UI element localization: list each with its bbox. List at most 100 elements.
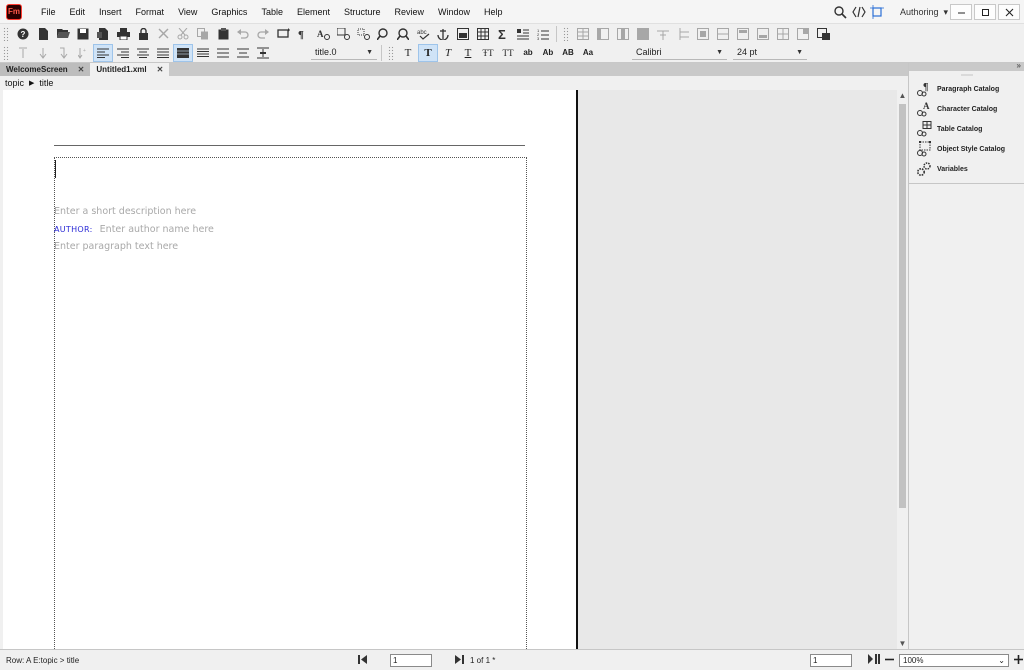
author-line[interactable]: AUTHOR: Enter author name here xyxy=(54,224,214,235)
table-merge-button[interactable] xyxy=(793,25,813,43)
spacing-single-button[interactable] xyxy=(173,43,193,62)
vertical-scrollbar[interactable]: ▲ ▼ xyxy=(897,90,908,649)
line-spacing-button[interactable] xyxy=(53,44,73,62)
menu-element[interactable]: Element xyxy=(290,0,337,24)
character-catalog-item[interactable]: A Character Catalog xyxy=(909,99,1024,119)
menu-review[interactable]: Review xyxy=(388,0,432,24)
tab-untitled1[interactable]: Untitled1.xml ✕ xyxy=(90,63,170,76)
menu-view[interactable]: View xyxy=(171,0,204,24)
rotate-button[interactable] xyxy=(273,25,293,43)
space-above-button[interactable] xyxy=(13,44,33,62)
table-fill-button[interactable] xyxy=(633,25,653,43)
first-page-icon[interactable] xyxy=(358,654,368,666)
scroll-up-icon[interactable]: ▲ xyxy=(897,90,908,101)
table-grid-button[interactable] xyxy=(773,25,793,43)
table-designer-button[interactable] xyxy=(333,25,353,43)
close-icon[interactable]: ✕ xyxy=(157,65,164,74)
insert-frame-button[interactable] xyxy=(453,25,473,43)
change-case-button[interactable]: Aa xyxy=(578,44,598,62)
menu-window[interactable]: Window xyxy=(431,0,477,24)
delete-button[interactable] xyxy=(153,25,173,43)
document-page[interactable]: Enter a short description here AUTHOR: E… xyxy=(3,90,576,649)
zoom-dropdown[interactable]: 100% ⌄ xyxy=(899,653,1009,667)
object-style-catalog-item[interactable]: Object Style Catalog xyxy=(909,139,1024,159)
zoom-in-icon[interactable] xyxy=(1014,654,1023,666)
zoom-step-input[interactable]: 1 xyxy=(810,653,852,667)
font-size-dropdown[interactable]: 24 pt ▼ xyxy=(733,45,807,60)
undo-button[interactable] xyxy=(233,25,253,43)
last-page-icon[interactable] xyxy=(454,654,464,666)
character-designer-button[interactable]: A xyxy=(313,25,333,43)
toolbar-grip[interactable] xyxy=(388,45,394,60)
toolbar-grip[interactable] xyxy=(563,26,569,41)
anchor-button[interactable] xyxy=(433,25,453,43)
menu-edit[interactable]: Edit xyxy=(63,0,93,24)
table-tree-button[interactable] xyxy=(673,25,693,43)
author-placeholder[interactable]: Enter author name here xyxy=(100,224,214,235)
copy-button[interactable] xyxy=(193,25,213,43)
insert-footnote-button[interactable] xyxy=(513,25,533,43)
leading-button[interactable]: + xyxy=(73,44,93,62)
redo-button[interactable] xyxy=(253,25,273,43)
insert-table-button[interactable] xyxy=(473,25,493,43)
paragraph-tag-dropdown[interactable]: title.0 ▼ xyxy=(311,45,377,60)
table-catalog-item[interactable]: Table Catalog xyxy=(909,119,1024,139)
toolbar-grip[interactable] xyxy=(3,45,9,60)
spacing-one-half-button[interactable] xyxy=(193,44,213,62)
collapse-panel-icon[interactable]: » xyxy=(1017,61,1021,70)
menu-structure[interactable]: Structure xyxy=(337,0,388,24)
close-button[interactable] xyxy=(998,4,1020,20)
object-style-button[interactable] xyxy=(353,25,373,43)
bold-button[interactable]: T xyxy=(418,43,438,62)
help-button[interactable]: ? xyxy=(13,25,33,43)
minimize-button[interactable] xyxy=(950,4,972,20)
menu-table[interactable]: Table xyxy=(254,0,290,24)
spell-check-button[interactable]: abc xyxy=(413,25,433,43)
short-description-placeholder[interactable]: Enter a short description here xyxy=(54,206,196,217)
table-split-button[interactable] xyxy=(653,25,673,43)
plain-text-button[interactable]: T xyxy=(398,44,418,62)
menu-graphics[interactable]: Graphics xyxy=(204,0,254,24)
maximize-button[interactable] xyxy=(974,4,996,20)
paragraph-designer-button[interactable]: ¶ xyxy=(293,25,313,43)
save-all-button[interactable] xyxy=(93,25,113,43)
fit-window-icon[interactable] xyxy=(868,654,880,666)
breadcrumb-topic[interactable]: topic xyxy=(5,78,24,88)
space-below-button[interactable] xyxy=(33,44,53,62)
save-button[interactable] xyxy=(73,25,93,43)
table-insert-col-button[interactable] xyxy=(593,25,613,43)
strikethrough-button[interactable]: ŦT xyxy=(478,44,498,62)
code-view-icon[interactable] xyxy=(852,5,866,19)
structure-view-icon[interactable] xyxy=(869,5,884,19)
underline-button[interactable]: T xyxy=(458,44,478,62)
toolbar-grip[interactable] xyxy=(3,26,9,41)
table-align-top-button[interactable] xyxy=(733,25,753,43)
scroll-down-icon[interactable]: ▼ xyxy=(897,638,908,649)
align-right-button[interactable] xyxy=(113,44,133,62)
lock-button[interactable] xyxy=(133,25,153,43)
table-convert-button[interactable] xyxy=(813,25,833,43)
initial-caps-button[interactable]: Ab xyxy=(538,44,558,62)
menu-insert[interactable]: Insert xyxy=(92,0,129,24)
menu-format[interactable]: Format xyxy=(129,0,172,24)
paragraph-placeholder[interactable]: Enter paragraph text here xyxy=(54,241,178,252)
close-icon[interactable]: ✕ xyxy=(78,65,85,74)
variables-item[interactable]: Variables xyxy=(909,159,1024,179)
table-insert-row-above-button[interactable] xyxy=(573,25,593,43)
tab-welcome-screen[interactable]: WelcomeScreen ✕ xyxy=(0,63,91,76)
superscript-button[interactable]: TT xyxy=(498,44,518,62)
italic-button[interactable]: T xyxy=(438,44,458,62)
align-left-button[interactable] xyxy=(93,43,113,62)
lowercase-button[interactable]: ab xyxy=(518,44,538,62)
search-icon[interactable] xyxy=(834,5,848,19)
scroll-thumb[interactable] xyxy=(899,104,906,508)
app-logo[interactable]: Fm xyxy=(6,3,22,20)
workspace-switcher[interactable]: Authoring ▾ xyxy=(900,7,948,18)
table-select-cols-button[interactable] xyxy=(613,25,633,43)
insert-equation-button[interactable]: Σ xyxy=(493,25,513,43)
breadcrumb-title[interactable]: title xyxy=(39,78,53,88)
spacing-custom-button[interactable] xyxy=(233,44,253,62)
space-between-button[interactable] xyxy=(253,44,273,62)
font-family-dropdown[interactable]: Calibri ▼ xyxy=(632,45,727,60)
align-center-button[interactable] xyxy=(133,44,153,62)
